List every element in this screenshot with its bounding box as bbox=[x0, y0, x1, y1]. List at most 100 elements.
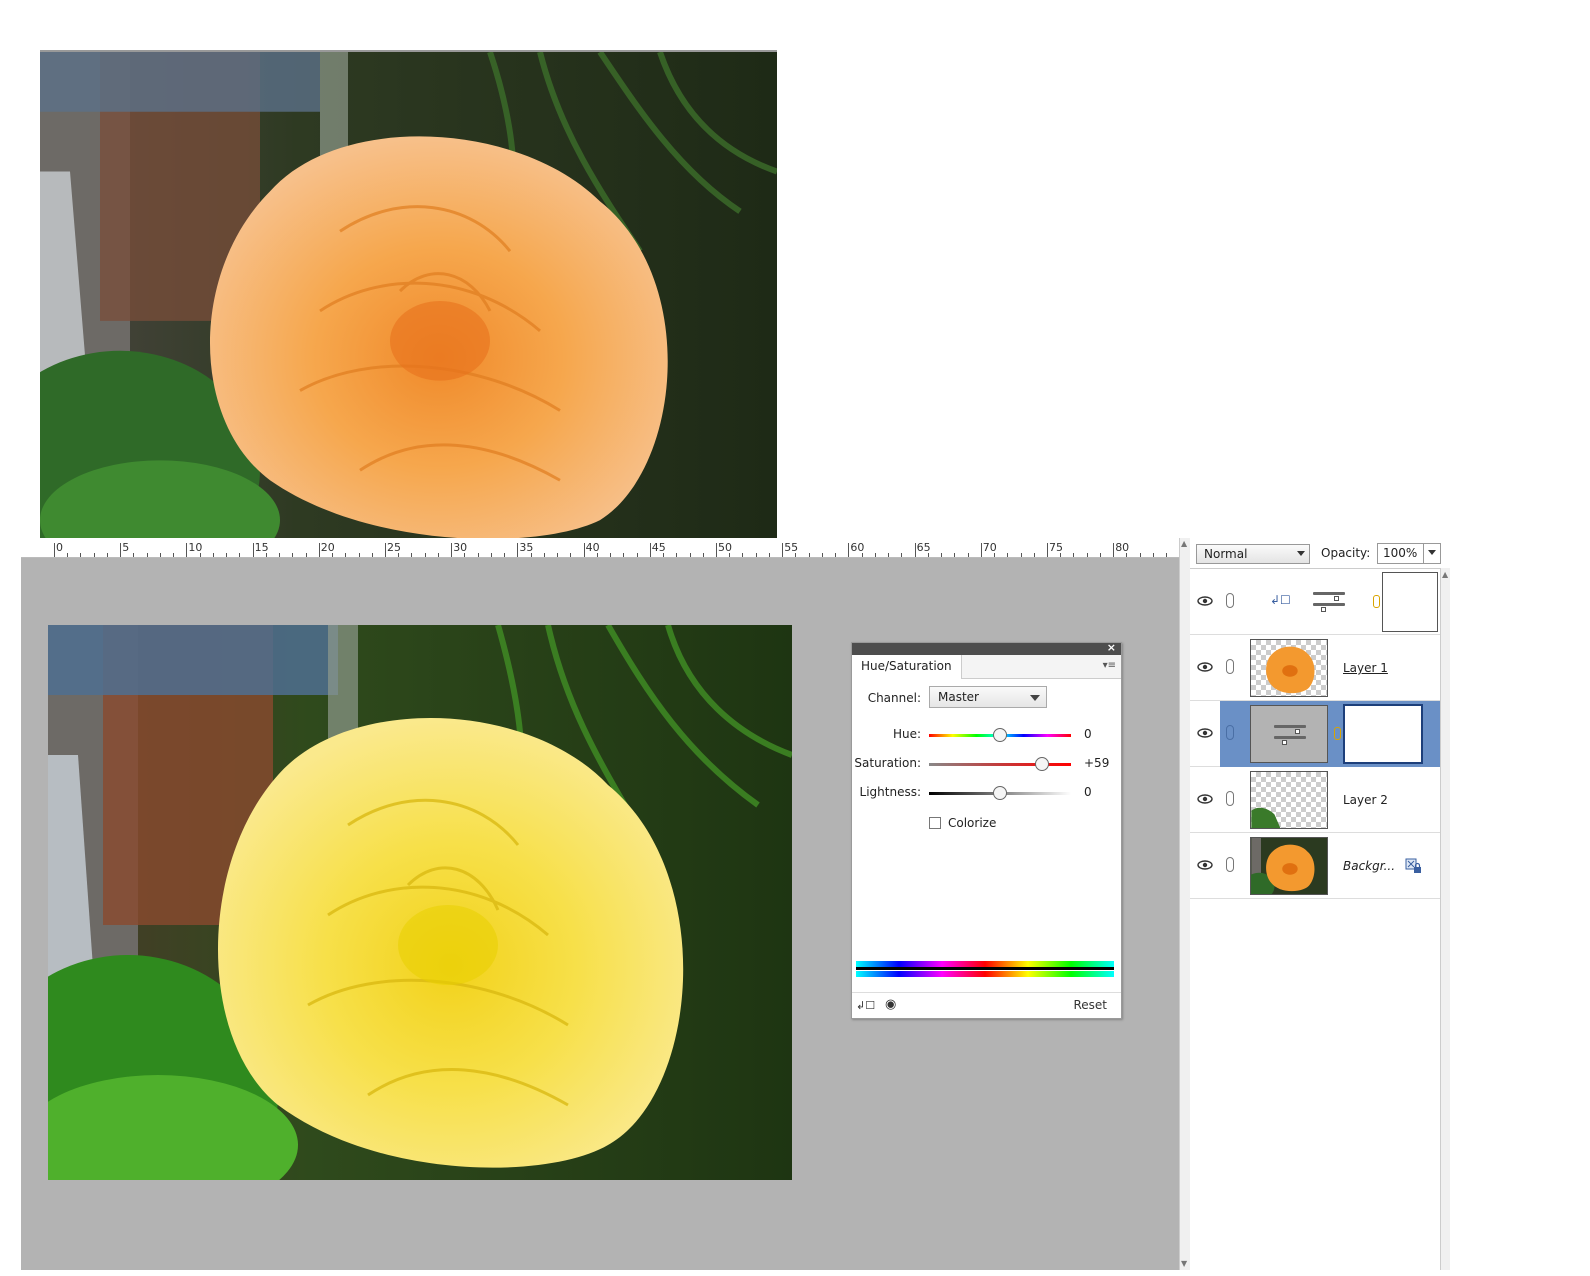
lightness-slider-knob[interactable] bbox=[993, 786, 1007, 800]
eye-icon[interactable] bbox=[1197, 793, 1213, 805]
lightness-slider[interactable] bbox=[929, 786, 1071, 800]
layer-thumbnail[interactable] bbox=[1250, 639, 1328, 697]
ruler-minor-tick bbox=[1099, 553, 1101, 557]
ruler-minor-tick bbox=[279, 553, 281, 557]
ruler-minor-tick bbox=[398, 553, 400, 557]
layer-name[interactable]: Backgr... bbox=[1343, 859, 1395, 873]
ruler-minor-tick bbox=[106, 553, 108, 557]
layers-scrollbar[interactable]: ▲ bbox=[1440, 568, 1450, 1270]
clip-arrow-icon: ↲☐ bbox=[1270, 593, 1291, 607]
chevron-down-icon bbox=[1297, 551, 1305, 556]
ruler-minor-tick bbox=[305, 553, 307, 557]
link-icon[interactable] bbox=[1226, 791, 1234, 806]
ruler-minor-tick bbox=[729, 553, 731, 557]
layer-mask-thumbnail[interactable] bbox=[1343, 704, 1423, 764]
mask-link-icon[interactable] bbox=[1334, 727, 1341, 740]
ruler-minor-tick bbox=[808, 553, 810, 557]
hue-slider[interactable] bbox=[929, 728, 1071, 742]
layer-name[interactable]: Layer 2 bbox=[1343, 793, 1388, 807]
ruler-minor-tick bbox=[371, 553, 373, 557]
ruler-minor-tick bbox=[1086, 553, 1088, 557]
ruler-minor-tick bbox=[1020, 553, 1022, 557]
close-icon[interactable]: × bbox=[1107, 641, 1116, 654]
input-color-spectrum bbox=[856, 961, 1114, 970]
ruler-minor-tick bbox=[1073, 553, 1075, 557]
ruler-minor-tick bbox=[93, 553, 95, 557]
ruler-minor-tick bbox=[861, 553, 863, 557]
horizontal-ruler: 0 5 10 15 20 25 30 35 40 45 50 55 60 65 70 75 80 bbox=[21, 538, 1179, 558]
ruler-minor-tick bbox=[490, 553, 492, 557]
ruler-minor-tick bbox=[80, 553, 82, 557]
ruler-minor-tick bbox=[159, 553, 161, 557]
layer-row-layer-2[interactable]: Layer 2 bbox=[1190, 767, 1440, 833]
before-photo bbox=[40, 50, 777, 539]
chevron-down-icon[interactable] bbox=[1428, 550, 1436, 555]
layer-row-background[interactable]: Backgr... bbox=[1190, 833, 1440, 899]
ruler-minor-tick bbox=[901, 553, 903, 557]
mask-link-icon[interactable] bbox=[1373, 595, 1380, 608]
ruler-minor-tick bbox=[954, 553, 956, 557]
eye-icon[interactable] bbox=[1197, 859, 1213, 871]
eye-icon[interactable] bbox=[1197, 661, 1213, 673]
channel-dropdown[interactable]: Master bbox=[929, 686, 1047, 708]
canvas-vertical-scrollbar[interactable]: ▲ ▼ bbox=[1179, 538, 1190, 1270]
layers-panel-toolbar: Normal Opacity: 100% bbox=[1190, 538, 1450, 568]
ruler-minor-tick bbox=[292, 553, 294, 557]
ruler-minor-tick bbox=[821, 553, 823, 557]
ruler-label: 0 bbox=[56, 541, 63, 554]
saturation-label: Saturation: bbox=[854, 756, 921, 770]
opacity-field[interactable]: 100% bbox=[1377, 543, 1441, 564]
tab-hue-saturation[interactable]: Hue/Saturation bbox=[852, 655, 962, 679]
ruler-minor-tick bbox=[265, 553, 267, 557]
eye-icon[interactable] bbox=[1197, 727, 1213, 739]
saturation-slider-knob[interactable] bbox=[1034, 757, 1049, 771]
ruler-minor-tick bbox=[1139, 553, 1141, 557]
layer-thumbnail[interactable] bbox=[1250, 837, 1328, 895]
ruler-minor-tick bbox=[755, 553, 757, 557]
ruler-minor-tick bbox=[504, 553, 506, 557]
lightness-label: Lightness: bbox=[859, 785, 921, 799]
scroll-up-arrow-icon[interactable]: ▲ bbox=[1442, 570, 1448, 579]
document-canvas-photo[interactable] bbox=[48, 625, 792, 1180]
colorize-checkbox[interactable] bbox=[929, 817, 941, 829]
adjustment-layer-icon bbox=[1272, 722, 1308, 748]
ruler-minor-tick bbox=[967, 553, 969, 557]
ruler-minor-tick bbox=[888, 553, 890, 557]
link-icon[interactable] bbox=[1226, 725, 1234, 740]
ruler-minor-tick bbox=[663, 553, 665, 557]
ruler-minor-tick bbox=[623, 553, 625, 557]
ruler-minor-tick bbox=[1166, 553, 1168, 557]
scroll-up-arrow-icon[interactable]: ▲ bbox=[1181, 540, 1189, 548]
ruler-minor-tick bbox=[1126, 553, 1128, 557]
reset-button[interactable]: Reset bbox=[1073, 998, 1107, 1012]
layer-name[interactable]: Layer 1 bbox=[1343, 661, 1388, 675]
colorize-label: Colorize bbox=[948, 816, 997, 830]
link-icon[interactable] bbox=[1226, 593, 1234, 608]
scroll-down-arrow-icon[interactable]: ▼ bbox=[1181, 1260, 1189, 1268]
channel-label: Channel: bbox=[867, 691, 921, 705]
ruler-minor-tick bbox=[927, 553, 929, 557]
link-icon[interactable] bbox=[1226, 659, 1234, 674]
visibility-eye-icon[interactable]: ◉ bbox=[885, 997, 896, 1012]
clip-to-layer-icon[interactable]: ↲☐ bbox=[856, 999, 875, 1012]
layer-mask-thumbnail[interactable] bbox=[1382, 572, 1438, 632]
panel-titlebar[interactable]: × bbox=[852, 641, 1121, 655]
ruler-minor-tick bbox=[795, 553, 797, 557]
layer-row-adjustment-clipped[interactable]: ↲☐ bbox=[1190, 569, 1440, 635]
hue-slider-knob[interactable] bbox=[993, 728, 1007, 742]
eye-icon[interactable] bbox=[1197, 595, 1213, 607]
link-icon[interactable] bbox=[1226, 857, 1234, 872]
layer-thumbnail[interactable] bbox=[1250, 771, 1328, 829]
ruler-minor-tick bbox=[437, 553, 439, 557]
blend-mode-dropdown[interactable]: Normal bbox=[1196, 544, 1310, 564]
layer-row-layer-1[interactable]: Layer 1 bbox=[1190, 635, 1440, 701]
lock-icon[interactable] bbox=[1405, 858, 1422, 875]
ruler-minor-tick bbox=[173, 553, 175, 557]
adjustment-thumbnail[interactable] bbox=[1250, 705, 1328, 763]
panel-menu-icon[interactable]: ▾≡ bbox=[1103, 660, 1116, 671]
layer-row-adjustment-selected[interactable] bbox=[1190, 701, 1440, 767]
hue-label: Hue: bbox=[892, 727, 921, 741]
saturation-slider[interactable] bbox=[929, 757, 1071, 771]
ruler-minor-tick bbox=[702, 553, 704, 557]
ruler-minor-tick bbox=[67, 553, 69, 557]
